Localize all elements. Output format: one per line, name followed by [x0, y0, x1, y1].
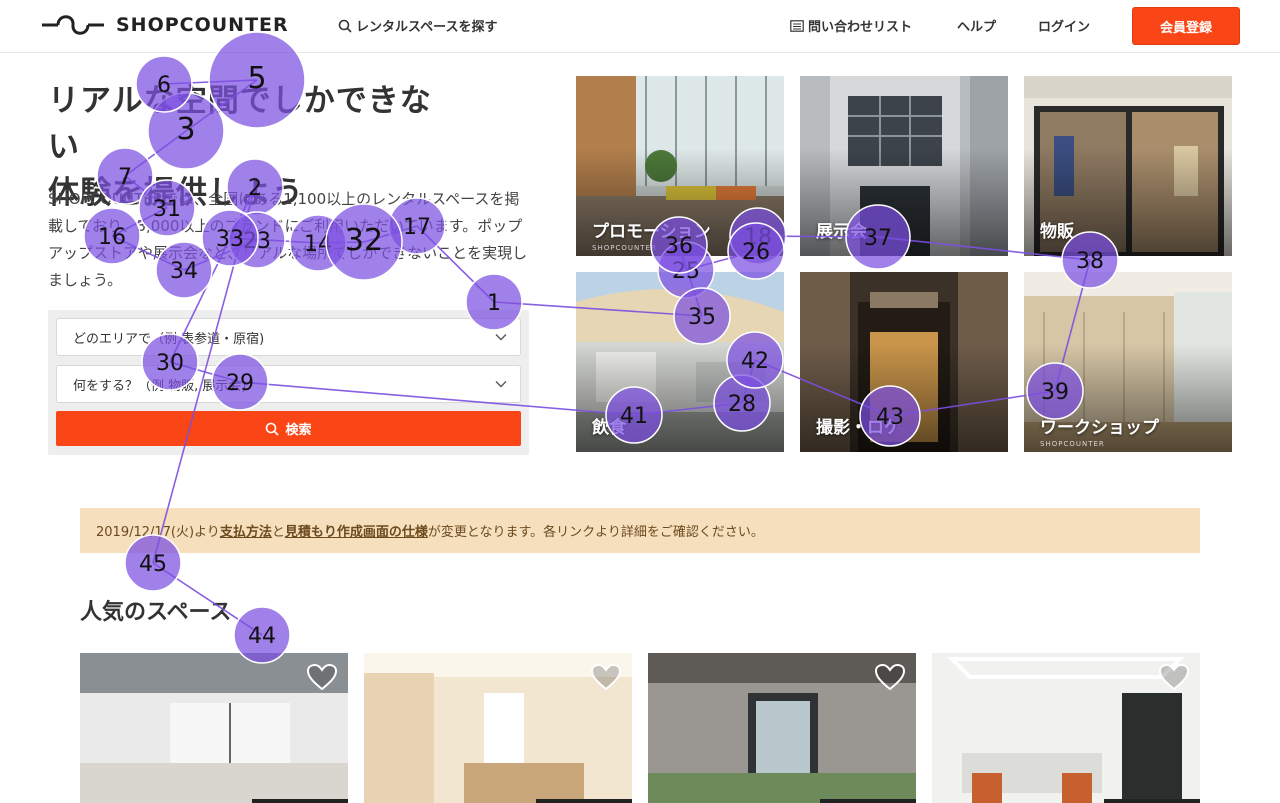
- search-button-label: 検索: [285, 423, 312, 438]
- area-select[interactable]: どのエリアで（例.表参道・原宿): [56, 318, 521, 356]
- category-tile-food[interactable]: 飲食: [576, 272, 784, 452]
- card-tag: [536, 799, 632, 803]
- notice-banner: 2019/12/17(火)より 支払方法 と 見積もり作成画面の仕様 が変更とな…: [80, 508, 1200, 553]
- notice-prefix: 2019/12/17(火)より: [96, 525, 220, 540]
- gaze-fixation-number: 45: [139, 552, 167, 577]
- nav-login-label: ログイン: [1038, 20, 1091, 35]
- purpose-select-placeholder: 何をする？（例.物販, 展示会): [73, 378, 247, 394]
- search-button[interactable]: 検索: [56, 411, 521, 446]
- category-tile-retail[interactable]: 物販: [1024, 76, 1232, 256]
- category-tile-exhibition[interactable]: 展示会: [800, 76, 1008, 256]
- space-card[interactable]: [932, 653, 1200, 803]
- site-header: SHOPCOUNTER レンタルスペースを探す 問い合わせリスト ヘルプ ログイ…: [0, 0, 1280, 53]
- space-card[interactable]: [80, 653, 348, 803]
- search-form: どのエリアで（例.表参道・原宿) 何をする？（例.物販, 展示会) 検索: [48, 310, 529, 455]
- list-icon: [790, 19, 804, 32]
- nav-help[interactable]: ヘルプ: [957, 16, 996, 35]
- gaze-fixation-number: 44: [248, 624, 276, 649]
- nav-login[interactable]: ログイン: [1038, 16, 1090, 35]
- nav-help-label: ヘルプ: [957, 20, 997, 35]
- notice-suffix: が変更となります。各リンクより詳細をご確認ください。: [427, 525, 764, 540]
- nav-search-label: レンタルスペースを探す: [356, 20, 498, 35]
- space-card[interactable]: [648, 653, 916, 803]
- category-brand: SHOPCOUNTER: [1040, 440, 1105, 448]
- logo-text: SHOPCOUNTER: [116, 14, 289, 36]
- category-label: 物販: [1040, 222, 1074, 242]
- space-card[interactable]: [364, 653, 632, 803]
- nav-search-link[interactable]: レンタルスペースを探す: [338, 16, 497, 35]
- category-tile-shooting[interactable]: 撮影・ロケ: [800, 272, 1008, 452]
- nav-inquiry-label: 問い合わせリスト: [808, 20, 913, 35]
- chevron-down-icon: [495, 381, 507, 388]
- nav-inquiry-list[interactable]: 問い合わせリスト: [790, 16, 912, 35]
- notice-payment-link[interactable]: 支払方法: [220, 521, 272, 540]
- logo[interactable]: SHOPCOUNTER: [40, 12, 289, 38]
- category-label: 撮影・ロケ: [816, 418, 901, 438]
- category-label: 展示会: [816, 222, 867, 242]
- chevron-down-icon: [495, 334, 507, 341]
- category-label: ワークショップ: [1040, 418, 1159, 438]
- card-tag: [252, 799, 348, 803]
- category-label: プロモーション: [592, 222, 711, 242]
- heart-icon[interactable]: [306, 663, 338, 691]
- notice-mid: と: [271, 525, 285, 540]
- category-tile-promotion[interactable]: プロモーション SHOPCOUNTER: [576, 76, 784, 256]
- search-icon: [266, 422, 280, 436]
- logo-mark-icon: [42, 15, 104, 35]
- category-brand: SHOPCOUNTER: [592, 244, 657, 252]
- heart-icon[interactable]: [1158, 663, 1190, 691]
- search-icon: [338, 19, 352, 33]
- heart-icon[interactable]: [874, 663, 906, 691]
- notice-estimate-link[interactable]: 見積もり作成画面の仕様: [285, 521, 428, 540]
- register-label: 会員登録: [1159, 20, 1212, 36]
- area-select-placeholder: どのエリアで（例.表参道・原宿): [73, 331, 265, 347]
- card-tag: [1104, 799, 1200, 803]
- card-tag: [820, 799, 916, 803]
- hero-description: SHOPCOUNTERでは、全国にある1,100以上のレンタルスペースを掲載して…: [48, 190, 528, 289]
- register-button[interactable]: 会員登録: [1132, 7, 1240, 45]
- heart-icon[interactable]: [590, 663, 622, 691]
- category-tile-workshop[interactable]: ワークショップ SHOPCOUNTER: [1024, 272, 1232, 452]
- hero-title-line1: リアルな空間でしかできない: [48, 83, 432, 165]
- purpose-select[interactable]: 何をする？（例.物販, 展示会): [56, 365, 521, 403]
- popular-section-title: 人気のスペース: [80, 600, 232, 625]
- category-label: 飲食: [592, 418, 626, 438]
